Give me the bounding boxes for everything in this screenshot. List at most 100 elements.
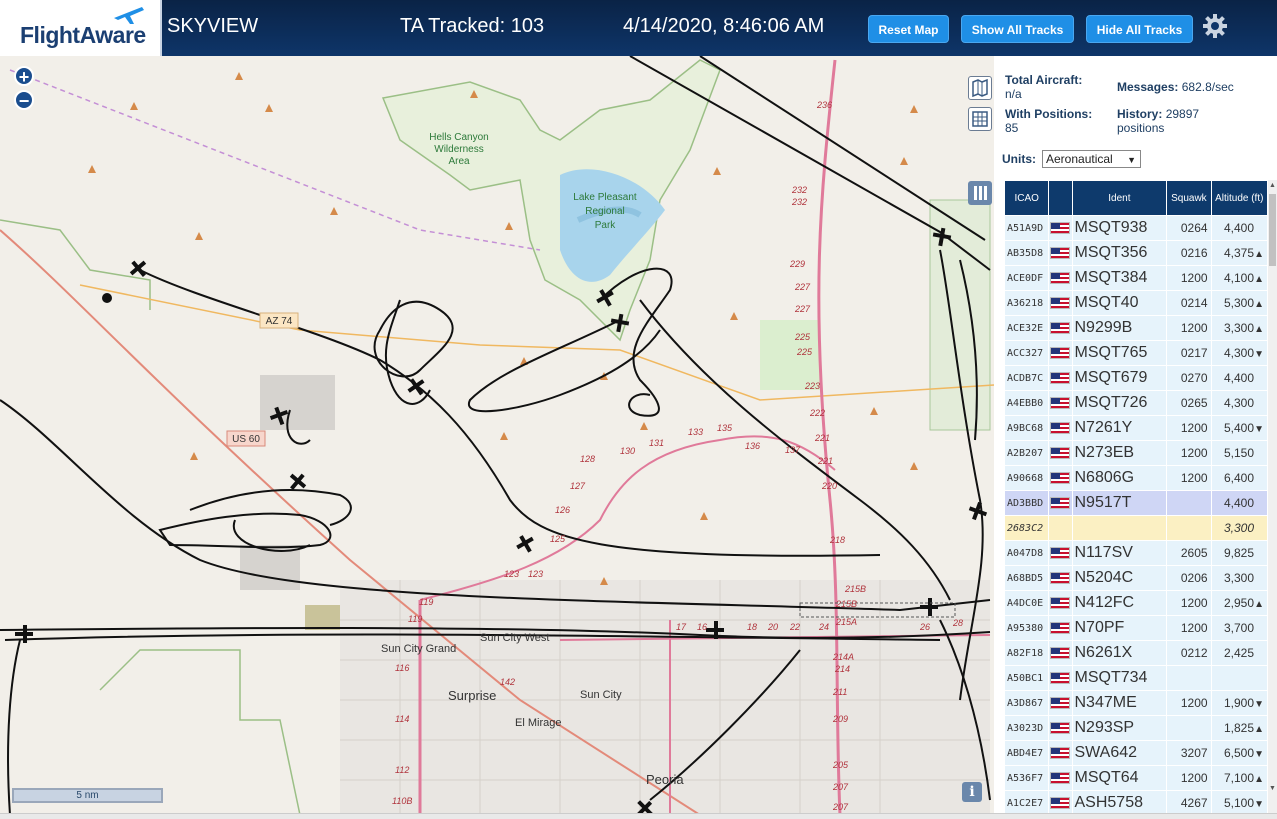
col-flag[interactable] (1048, 180, 1073, 216)
squawk-cell: 1200 (1166, 590, 1212, 616)
altitude-cell: 3,300 (1210, 515, 1269, 541)
route-label: 112 (395, 765, 409, 775)
table-row[interactable]: ACC327 MSQT765 0217 4,300▼ (1003, 340, 1269, 366)
with-positions: With Positions: 85 (1005, 107, 1092, 135)
route-label: 131 (649, 438, 664, 448)
icao-cell: A536F7 (1003, 765, 1050, 791)
table-row[interactable]: A51A9D MSQT938 0264 4,400 (1003, 215, 1269, 241)
scroll-up-icon[interactable]: ▲ (1269, 182, 1276, 189)
table-row[interactable]: 2683C2 3,300 (1003, 515, 1269, 541)
altitude-cell: 4,300▼ (1210, 340, 1269, 366)
ident-cell: MSQT40 (1071, 290, 1168, 316)
route-label: 227 (794, 304, 811, 314)
table-row[interactable]: A3D867 N347ME 1200 1,900▼ (1003, 690, 1269, 716)
table-row[interactable]: A9BC68 N7261Y 1200 5,400▼ (1003, 415, 1269, 441)
route-label: 214A (832, 652, 854, 662)
label-peoria: Peoria (646, 772, 684, 787)
route-label: 221 (817, 456, 833, 466)
map-view[interactable]: Hells Canyon Wilderness Area Lake Pleasa… (0, 56, 994, 813)
icao-cell: 2683C2 (1003, 515, 1050, 541)
squawk-cell: 1200 (1166, 615, 1212, 641)
zoom-in-button[interactable]: + (14, 66, 34, 87)
table-row[interactable]: A50BC1 MSQT734 (1003, 665, 1269, 691)
grid-icon (972, 111, 988, 127)
map-icon (972, 78, 988, 98)
icao-cell: A3D867 (1003, 690, 1050, 716)
table-row[interactable]: A4EBB0 MSQT726 0265 4,300 (1003, 390, 1269, 416)
route-label: 229 (789, 259, 805, 269)
table-row[interactable]: A82F18 N6261X 0212 2,425 (1003, 640, 1269, 666)
col-squawk[interactable]: Squawk (1166, 180, 1212, 216)
table-row[interactable]: A2B207 N273EB 1200 5,150 (1003, 440, 1269, 466)
table-row[interactable]: A36218 MSQT40 0214 5,300▲ (1003, 290, 1269, 316)
flag-cell (1048, 340, 1073, 366)
squawk-cell: 0214 (1166, 290, 1212, 316)
altitude-trend-icon: ▲ (1254, 299, 1264, 310)
table-row[interactable]: A1C2E7 ASH5758 4267 5,100▼ (1003, 790, 1269, 816)
table-row[interactable]: ACDB7C MSQT679 0270 4,400 (1003, 365, 1269, 391)
table-row[interactable]: ACE32E N9299B 1200 3,300▲ (1003, 315, 1269, 341)
table-row[interactable]: ACE0DF MSQT384 1200 4,100▲ (1003, 265, 1269, 291)
table-row[interactable]: A047D8 N117SV 2605 9,825 (1003, 540, 1269, 566)
route-label: 128 (580, 454, 595, 464)
col-icao[interactable]: ICAO (1003, 180, 1050, 216)
table-row[interactable]: A3023D N293SP 1,825▲ (1003, 715, 1269, 741)
sidebar-scrollbar[interactable]: ▲ ▼ (1268, 180, 1277, 813)
scroll-down-icon[interactable]: ▼ (1269, 785, 1276, 792)
icao-cell: A36218 (1003, 290, 1050, 316)
altitude-trend-icon: ▼ (1254, 799, 1264, 810)
grid-toggle-button[interactable] (968, 107, 992, 131)
altitude-trend-icon: ▼ (1254, 349, 1264, 360)
squawk-cell: 1200 (1166, 415, 1212, 441)
info-button[interactable]: i (962, 782, 982, 802)
zoom-out-button[interactable]: − (14, 90, 34, 111)
squawk-cell: 1200 (1166, 465, 1212, 491)
history-stat: History: 29897 positions (1117, 107, 1199, 135)
route-label: 232 (791, 197, 807, 207)
gear-icon[interactable] (1202, 13, 1228, 39)
table-row[interactable]: AB35D8 MSQT356 0216 4,375▲ (1003, 240, 1269, 266)
flightaware-logo[interactable]: FlightAware (0, 0, 162, 56)
squawk-cell: 1200 (1166, 440, 1212, 466)
flag-cell (1048, 790, 1073, 816)
units-select[interactable]: Aeronautical (1042, 150, 1141, 168)
col-ident[interactable]: Ident (1071, 180, 1168, 216)
show-all-tracks-button[interactable]: Show All Tracks (961, 15, 1074, 43)
us-flag-icon (1050, 772, 1071, 785)
map-layer-button[interactable] (968, 76, 992, 100)
route-label: 26 (919, 622, 930, 632)
scroll-thumb[interactable] (1269, 194, 1276, 266)
route-label: 142 (500, 677, 515, 687)
altitude-value: 4,300 (1223, 396, 1254, 410)
table-row[interactable]: A95380 N70PF 1200 3,700 (1003, 615, 1269, 641)
icao-cell: A68BD5 (1003, 565, 1050, 591)
label-sun-city: Sun City (580, 689, 622, 701)
total-aircraft-value: n/a (1005, 87, 1022, 101)
reset-map-button[interactable]: Reset Map (868, 15, 949, 43)
squawk-cell: 1200 (1166, 315, 1212, 341)
table-row[interactable]: A68BD5 N5204C 0206 3,300 (1003, 565, 1269, 591)
altitude-cell: 7,100▲ (1210, 765, 1269, 791)
altitude-value: 6,400 (1223, 471, 1254, 485)
altitude-cell (1210, 665, 1269, 691)
icao-cell: A9BC68 (1003, 415, 1050, 441)
altitude-value: 9,825 (1223, 546, 1254, 560)
route-label: 136 (745, 441, 760, 451)
altitude-value: 2,950 (1223, 596, 1254, 610)
messages-stat: Messages: 682.8/sec (1117, 80, 1234, 94)
col-altitude[interactable]: Altitude (ft) (1210, 180, 1269, 216)
us-flag-icon (1050, 547, 1071, 560)
toggle-sidebar-button[interactable] (968, 181, 992, 205)
table-row[interactable]: A90668 N6806G 1200 6,400 (1003, 465, 1269, 491)
messages-value: 682.8/sec (1181, 80, 1234, 94)
hide-all-tracks-button[interactable]: Hide All Tracks (1086, 15, 1193, 43)
ident-cell: N117SV (1071, 540, 1168, 566)
table-row[interactable]: A536F7 MSQT64 1200 7,100▲ (1003, 765, 1269, 791)
table-row[interactable]: AD3BBD N9517T 4,400 (1003, 490, 1269, 516)
route-label: 218 (829, 535, 845, 545)
label-lake-pleasant-3: Park (595, 220, 617, 231)
horizontal-scrollbar[interactable] (0, 813, 1277, 819)
table-row[interactable]: A4DC0E N412FC 1200 2,950▲ (1003, 590, 1269, 616)
tracked-count: TA Tracked: 103 (400, 15, 545, 37)
table-row[interactable]: ABD4E7 SWA642 3207 6,500▼ (1003, 740, 1269, 766)
